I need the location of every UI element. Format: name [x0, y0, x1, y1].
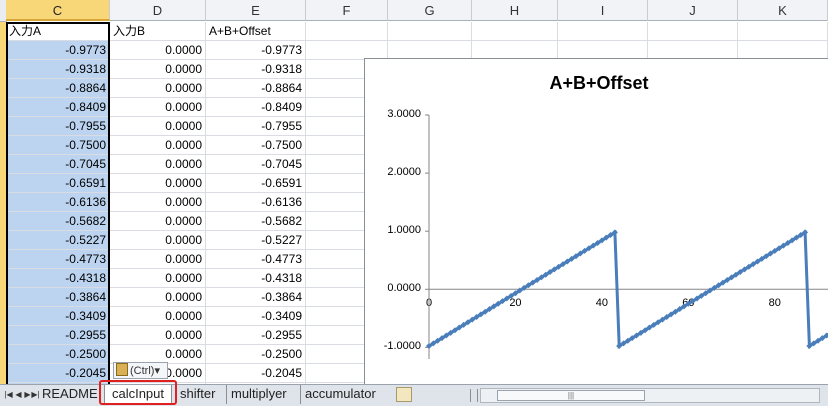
cell-h-header[interactable]: [472, 22, 558, 41]
cell-d-row-9[interactable]: 0.0000: [110, 193, 206, 212]
column-header-c[interactable]: C: [6, 0, 110, 21]
cell-d-row-1[interactable]: 0.0000: [110, 41, 206, 60]
cell-e-row-8[interactable]: -0.6591: [206, 174, 306, 193]
cell-d-header[interactable]: 入力B: [110, 22, 206, 41]
cell-c-row-10[interactable]: -0.5682: [6, 212, 110, 231]
cell-c-row-17[interactable]: -0.2500: [6, 345, 110, 364]
cell-e-row-2[interactable]: -0.9318: [206, 60, 306, 79]
tab-readme[interactable]: README: [38, 385, 102, 404]
cell-e-header[interactable]: A+B+Offset: [206, 22, 306, 41]
cell-c-row-12[interactable]: -0.4773: [6, 250, 110, 269]
column-header-g[interactable]: G: [388, 0, 472, 21]
column-header-e[interactable]: E: [206, 0, 306, 21]
cell-e-row-14[interactable]: -0.3864: [206, 288, 306, 307]
cell-d-row-6[interactable]: 0.0000: [110, 136, 206, 155]
cell-c-row-9[interactable]: -0.6136: [6, 193, 110, 212]
cell-d-row-4[interactable]: 0.0000: [110, 98, 206, 117]
clipboard-icon: [116, 363, 128, 376]
cell-c-row-13[interactable]: -0.4318: [6, 269, 110, 288]
column-header-i[interactable]: I: [558, 0, 648, 21]
cell-d-row-14[interactable]: 0.0000: [110, 288, 206, 307]
cell-c-row-14[interactable]: -0.3864: [6, 288, 110, 307]
cell-j-header[interactable]: [648, 22, 738, 41]
cell-e-row-11[interactable]: -0.5227: [206, 231, 306, 250]
cell-d-row-10[interactable]: 0.0000: [110, 212, 206, 231]
scrollbar-thumb[interactable]: |||: [497, 390, 645, 401]
column-header-f[interactable]: F: [306, 0, 388, 21]
sheet-tab-bar: |◀ ◀ ▶ ▶| README calcInput shifter multi…: [0, 384, 828, 406]
cell-d-row-13[interactable]: 0.0000: [110, 269, 206, 288]
paste-options-button[interactable]: (Ctrl)▾: [113, 362, 168, 379]
insert-sheet-icon[interactable]: [396, 387, 412, 402]
tab-multiplyer[interactable]: multiplyer: [226, 385, 291, 404]
cell-c-row-5[interactable]: -0.7955: [6, 117, 110, 136]
cell-e-row-10[interactable]: -0.5682: [206, 212, 306, 231]
cell-d-row-3[interactable]: 0.0000: [110, 79, 206, 98]
cell-e-row-18[interactable]: -0.2045: [206, 364, 306, 383]
cell-d-row-7[interactable]: 0.0000: [110, 155, 206, 174]
chart-a-b-offset[interactable]: A+B+Offset 3.0000 2.0000 1.0000 0.0000 -1.00…: [364, 58, 828, 384]
tab-accumulator[interactable]: accumulator: [300, 385, 380, 404]
cell-k-header[interactable]: [738, 22, 828, 41]
cell-e-row-16[interactable]: -0.2955: [206, 326, 306, 345]
cell-e-row-5[interactable]: -0.7955: [206, 117, 306, 136]
cell-c-row-16[interactable]: -0.2955: [6, 326, 110, 345]
cell-e-row-9[interactable]: -0.6136: [206, 193, 306, 212]
column-header-j[interactable]: J: [648, 0, 738, 21]
cell-d-row-15[interactable]: 0.0000: [110, 307, 206, 326]
tab-calcinput[interactable]: calcInput: [104, 385, 172, 404]
cell-e-row-13[interactable]: -0.4318: [206, 269, 306, 288]
cell-e-row-17[interactable]: -0.2500: [206, 345, 306, 364]
cell-c-row-11[interactable]: -0.5227: [6, 231, 110, 250]
chevron-down-icon: ▾: [154, 365, 160, 377]
cell-d-row-11[interactable]: 0.0000: [110, 231, 206, 250]
cell-d-row-12[interactable]: 0.0000: [110, 250, 206, 269]
cell-c-row-7[interactable]: -0.7045: [6, 155, 110, 174]
horizontal-scrollbar[interactable]: |||: [480, 388, 820, 403]
first-sheet-button[interactable]: |◀: [4, 388, 13, 402]
worksheet-grid: C D E F G H I J K 入力A 入力B A+B+Offset -0.…: [0, 0, 828, 384]
prev-sheet-button[interactable]: ◀: [14, 388, 23, 402]
cell-d-row-2[interactable]: 0.0000: [110, 60, 206, 79]
cell-c-header[interactable]: 入力A: [6, 22, 110, 41]
tab-split-handle[interactable]: [470, 389, 478, 402]
cell-g-header[interactable]: [388, 22, 472, 41]
cell-c-row-18[interactable]: -0.2045: [6, 364, 110, 383]
cell-e-row-3[interactable]: -0.8864: [206, 79, 306, 98]
cell-i-header[interactable]: [558, 22, 648, 41]
cell-d-row-16[interactable]: 0.0000: [110, 326, 206, 345]
cell-d-row-5[interactable]: 0.0000: [110, 117, 206, 136]
tab-shifter[interactable]: shifter: [175, 385, 219, 404]
cell-e-row-4[interactable]: -0.8409: [206, 98, 306, 117]
column-header-k[interactable]: K: [738, 0, 828, 21]
cell-f-header[interactable]: [306, 22, 388, 41]
column-header-h[interactable]: H: [472, 0, 558, 21]
cell-e-row-12[interactable]: -0.4773: [206, 250, 306, 269]
cell-c-row-4[interactable]: -0.8409: [6, 98, 110, 117]
column-header-d[interactable]: D: [110, 0, 206, 21]
cell-d-row-8[interactable]: 0.0000: [110, 174, 206, 193]
cell-c-row-8[interactable]: -0.6591: [6, 174, 110, 193]
cell-c-row-15[interactable]: -0.3409: [6, 307, 110, 326]
cell-c-row-2[interactable]: -0.9318: [6, 60, 110, 79]
cell-c-row-3[interactable]: -0.8864: [6, 79, 110, 98]
cell-c-row-6[interactable]: -0.7500: [6, 136, 110, 155]
cell-e-row-6[interactable]: -0.7500: [206, 136, 306, 155]
cell-e-row-15[interactable]: -0.3409: [206, 307, 306, 326]
cell-e-row-1[interactable]: -0.9773: [206, 41, 306, 60]
cell-e-row-7[interactable]: -0.7045: [206, 155, 306, 174]
chart-plot-area: [425, 114, 828, 359]
cell-c-row-1[interactable]: -0.9773: [6, 41, 110, 60]
paste-options-label: (Ctrl): [130, 365, 155, 377]
